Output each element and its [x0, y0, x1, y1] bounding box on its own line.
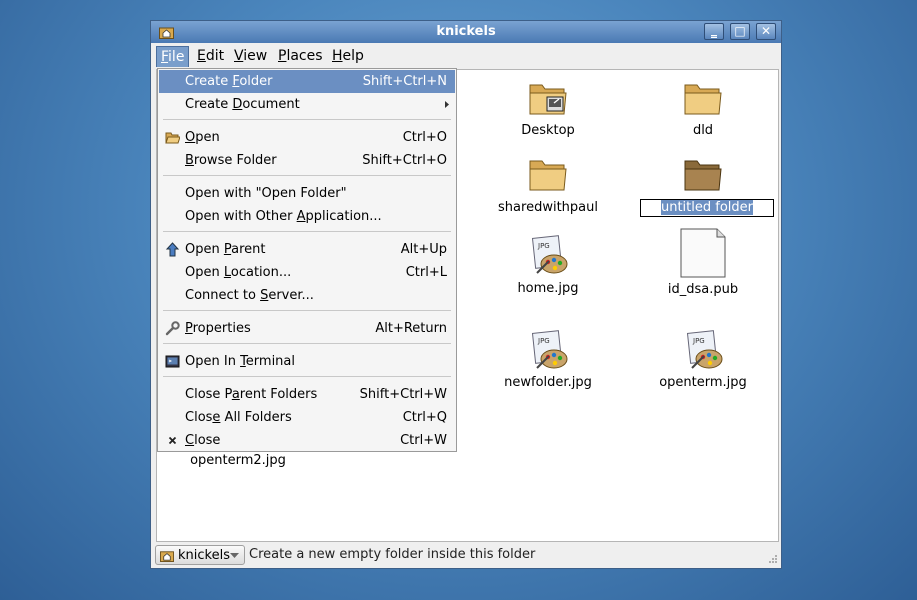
shortcut-label: Shift+Ctrl+O [362, 153, 447, 168]
resize-grip-icon[interactable] [766, 553, 778, 565]
maximize-button[interactable]: □ [730, 23, 750, 40]
submenu-arrow-icon [445, 101, 449, 108]
folder-icon [684, 84, 722, 115]
menu-separator [163, 343, 451, 344]
menu-separator [163, 175, 451, 176]
menu-help[interactable]: Help [328, 46, 368, 66]
menu-item-close-all-folders[interactable]: Close All Folders Ctrl+Q [159, 406, 455, 429]
menu-item-open-location[interactable]: Open Location... Ctrl+L [159, 261, 455, 284]
menu-separator [163, 119, 451, 120]
file-label: Desktop [521, 123, 575, 138]
title-bar[interactable]: knickels ‗ □ ✕ [151, 21, 781, 43]
menu-item-browse-folder[interactable]: Browse Folder Shift+Ctrl+O [159, 149, 455, 172]
file-item-id-dsa-pub[interactable]: id_dsa.pub [628, 227, 778, 303]
menu-item-open-with-open-folder[interactable]: Open with "Open Folder" [159, 182, 455, 205]
file-label: home.jpg [517, 281, 579, 296]
menu-separator [163, 376, 451, 377]
wrench-icon [165, 321, 180, 336]
rename-field[interactable]: untitled folder [640, 199, 774, 217]
file-label: dld [692, 123, 714, 138]
file-item-home-jpg[interactable]: JPG home.jpg [473, 233, 623, 303]
dropdown-arrow-icon [230, 553, 239, 558]
shortcut-label: Alt+Up [400, 242, 447, 257]
menu-separator [163, 310, 451, 311]
file-item-openterm-jpg[interactable]: JPG openterm.jpg [628, 328, 778, 398]
close-window-button[interactable]: ✕ [756, 23, 776, 40]
status-bar: knickels Create a new empty folder insid… [151, 542, 781, 568]
menu-item-properties[interactable]: Properties Alt+Return [159, 317, 455, 340]
image-file-icon: JPG [531, 235, 568, 274]
home-folder-icon [160, 551, 174, 562]
file-menu: Create Folder Shift+Ctrl+N Create Docume… [157, 68, 457, 452]
desktop-folder-icon [529, 84, 567, 115]
shortcut-label: Shift+Ctrl+W [359, 387, 447, 402]
svg-text:JPG: JPG [692, 337, 705, 345]
svg-text:JPG: JPG [537, 337, 550, 345]
minimize-icon: ‗ [711, 24, 717, 38]
file-label: sharedwithpaul [498, 200, 598, 215]
location-button[interactable]: knickels [155, 545, 245, 565]
shortcut-label: Ctrl+O [402, 130, 447, 145]
menu-view[interactable]: View [230, 46, 271, 66]
file-item-newfolder-jpg[interactable]: JPG newfolder.jpg [473, 328, 623, 398]
folder-icon [684, 160, 722, 191]
menu-item-create-folder[interactable]: Create Folder Shift+Ctrl+N [159, 70, 455, 93]
status-message: Create a new empty folder inside this fo… [249, 547, 536, 562]
menu-edit[interactable]: Edit [193, 46, 228, 66]
file-label: newfolder.jpg [504, 375, 592, 390]
menu-file[interactable]: File [156, 46, 190, 67]
file-item-openterm2-jpg[interactable]: openterm2.jpg [163, 453, 313, 473]
menu-separator [163, 231, 451, 232]
file-item-sharedwithpaul[interactable]: sharedwithpaul [473, 154, 623, 215]
shortcut-label: Alt+Return [375, 321, 447, 336]
file-label: openterm2.jpg [190, 453, 286, 468]
image-file-icon: JPG [686, 330, 723, 369]
window-title: knickels [436, 24, 496, 39]
up-arrow-icon [165, 242, 180, 257]
open-folder-icon [165, 132, 180, 144]
menu-bar: File Edit View Places Help [151, 43, 781, 69]
file-item-desktop[interactable]: Desktop [473, 78, 623, 138]
file-label: openterm.jpg [659, 375, 747, 390]
image-file-icon: JPG [531, 330, 568, 369]
rename-text: untitled folder [660, 200, 753, 215]
menu-item-open-parent[interactable]: Open Parent Alt+Up [159, 238, 455, 261]
shortcut-label: Ctrl+Q [402, 410, 447, 425]
shortcut-label: Ctrl+L [405, 265, 447, 280]
folder-icon [529, 160, 567, 191]
file-item-dld[interactable]: dld [628, 78, 778, 138]
file-label: id_dsa.pub [667, 282, 739, 297]
svg-text:JPG: JPG [537, 242, 550, 250]
menu-item-connect-to-server[interactable]: Connect to Server... [159, 284, 455, 307]
file-item-untitled-folder[interactable] [628, 154, 778, 194]
menu-item-close-parent-folders[interactable]: Close Parent Folders Shift+Ctrl+W [159, 383, 455, 406]
maximize-icon: □ [734, 24, 746, 38]
menu-item-open-in-terminal[interactable]: Open In Terminal [159, 350, 455, 373]
menu-item-open-with-other-application[interactable]: Open with Other Application... [159, 205, 455, 228]
terminal-icon [165, 355, 180, 368]
menu-item-create-document[interactable]: Create Document [159, 93, 455, 116]
menu-item-open[interactable]: Open Ctrl+O [159, 126, 455, 149]
close-icon: ✕ [760, 24, 772, 38]
close-icon [168, 436, 177, 445]
location-label: knickels [178, 548, 230, 563]
menu-places[interactable]: Places [274, 46, 327, 66]
shortcut-label: Ctrl+W [400, 433, 447, 448]
text-file-icon [680, 228, 726, 278]
menu-item-close[interactable]: Close Ctrl+W [159, 429, 455, 452]
shortcut-label: Shift+Ctrl+N [362, 74, 447, 89]
minimize-button[interactable]: ‗ [704, 23, 724, 40]
